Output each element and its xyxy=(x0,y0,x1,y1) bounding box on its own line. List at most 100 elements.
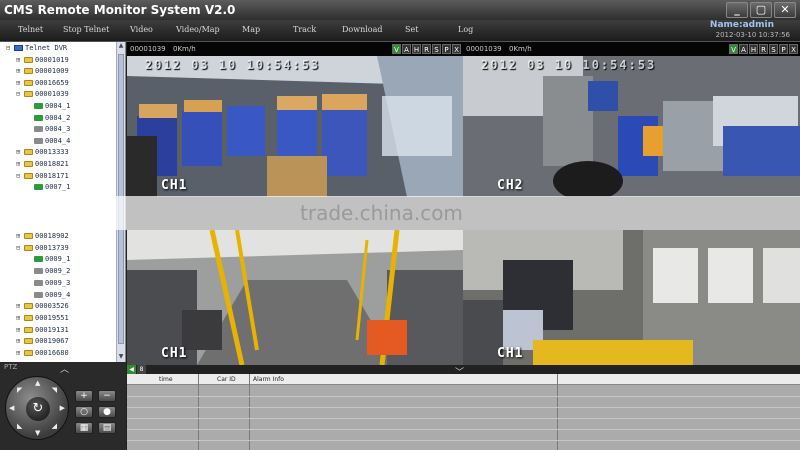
arrow-up-left-icon[interactable]: ◤ xyxy=(17,386,22,394)
iris-open-button[interactable]: ● xyxy=(98,406,116,418)
tree-item[interactable]: ⊞ 00016680 xyxy=(16,349,69,361)
tree-item[interactable]: 0009_2 xyxy=(26,267,70,279)
menu-video[interactable]: Video xyxy=(130,25,153,34)
maximize-button[interactable]: ▢ xyxy=(750,2,772,18)
alarm-tab-count[interactable]: 8 xyxy=(137,365,146,374)
arrow-down-left-icon[interactable]: ◣ xyxy=(17,422,22,430)
menu-stop-telnet[interactable]: Stop Telnet xyxy=(63,25,109,34)
dvr-root-icon xyxy=(14,45,23,51)
scroll-up-icon[interactable]: ▲ xyxy=(117,42,125,51)
col-time[interactable]: time xyxy=(159,376,173,383)
collapse-icon[interactable]: ⊟ xyxy=(6,44,14,52)
tree-item[interactable]: 0004_4 xyxy=(26,137,70,149)
video-btn-v[interactable]: V xyxy=(392,44,401,54)
arrow-up-icon[interactable]: ▲ xyxy=(35,379,40,387)
video-panel-1[interactable]: 00001039 0Km/h VAHRSPX 2012 03 10 10:54:… xyxy=(127,42,463,197)
grid-view-icon[interactable]: ▦ xyxy=(75,422,93,434)
video-btn-s[interactable]: S xyxy=(432,44,441,54)
tree-item[interactable]: ⊞ 00013333 xyxy=(16,148,69,160)
chevron-up-icon[interactable]: ︿ xyxy=(60,362,69,375)
expand-icon[interactable]: ⊞ xyxy=(16,349,24,357)
video-btn-v[interactable]: V xyxy=(729,44,738,54)
video-btn-h[interactable]: H xyxy=(412,44,421,54)
tree-item[interactable]: 0004_3 xyxy=(26,125,70,137)
expand-icon[interactable]: ⊞ xyxy=(16,302,24,310)
iris-close-button[interactable]: ○ xyxy=(75,406,93,418)
tree-item[interactable]: ⊞ 00018821 xyxy=(16,160,69,172)
expand-icon[interactable]: ⊞ xyxy=(16,314,24,322)
tree-item-label: 0004_2 xyxy=(45,113,71,122)
zoom-out-button[interactable]: − xyxy=(98,390,116,402)
zoom-in-button[interactable]: + xyxy=(75,390,93,402)
tree-item[interactable]: 0004_1 xyxy=(26,102,70,114)
close-button[interactable]: ✕ xyxy=(774,2,796,18)
video-panel-4[interactable]: CH1 xyxy=(463,230,800,365)
tree-item[interactable]: ⊟ Telnet DVR xyxy=(6,44,67,56)
tree-item[interactable]: 0009_4 xyxy=(26,291,70,303)
back-icon[interactable]: ◀ xyxy=(127,365,136,374)
tree-item-label: 0004_1 xyxy=(45,102,71,110)
video-btn-p[interactable]: P xyxy=(442,44,451,54)
collapse-icon[interactable]: ⊟ xyxy=(16,172,24,180)
video-btn-r[interactable]: R xyxy=(759,44,768,54)
arrow-down-right-icon[interactable]: ◢ xyxy=(52,422,57,430)
arrow-left-icon[interactable]: ◀ xyxy=(9,404,14,412)
tree-item[interactable]: ⊞ 00001009 xyxy=(16,67,69,79)
expand-icon[interactable]: ⊞ xyxy=(16,148,24,156)
expand-icon[interactable]: ⊞ xyxy=(16,79,24,87)
col-alarm-info[interactable]: Alarm Info xyxy=(253,376,284,383)
ptz-joystick[interactable]: ▲ ▼ ◀ ▶ ◤ ◥ ◣ ◢ ↻ xyxy=(5,376,69,440)
tree-item[interactable]: ⊞ 00018902 xyxy=(16,232,69,244)
rotate-icon[interactable]: ↻ xyxy=(26,397,50,421)
tree-item[interactable]: ⊞ 00001019 xyxy=(16,56,69,68)
arrow-up-right-icon[interactable]: ◥ xyxy=(52,386,57,394)
expand-icon[interactable]: ⊞ xyxy=(16,67,24,75)
arrow-down-icon[interactable]: ▼ xyxy=(35,429,40,437)
expand-icon[interactable]: ⊞ xyxy=(16,326,24,334)
menu-log[interactable]: Log xyxy=(458,25,473,34)
menu-set[interactable]: Set xyxy=(405,25,418,34)
expand-icon[interactable]: ⊞ xyxy=(16,232,24,240)
tree-item[interactable]: ⊞ 00003526 xyxy=(16,302,69,314)
expand-icon[interactable]: ⊞ xyxy=(16,160,24,168)
collapse-icon[interactable]: ⊟ xyxy=(16,244,24,252)
video-channel-label: CH1 xyxy=(161,346,188,361)
menu-telnet[interactable]: Telnet xyxy=(18,25,43,34)
menu-download[interactable]: Download xyxy=(342,25,383,34)
tree-item[interactable]: 0007_1 xyxy=(26,183,70,195)
video-btn-x[interactable]: X xyxy=(789,44,798,54)
video-panel-2[interactable]: 00001039 0Km/h VAHRSPX 2012 03 10 10:54:… xyxy=(463,42,800,197)
tree-item[interactable]: 0004_2 xyxy=(26,114,70,126)
tree-item[interactable]: ⊞ 00019551 xyxy=(16,314,69,326)
video-panel-3[interactable]: CH1 xyxy=(127,230,463,365)
video-btn-a[interactable]: A xyxy=(402,44,411,54)
video-btn-s[interactable]: S xyxy=(769,44,778,54)
menu-track[interactable]: Track xyxy=(293,25,316,34)
expand-icon[interactable]: ⊞ xyxy=(16,56,24,64)
expand-icon[interactable]: ⊞ xyxy=(16,337,24,345)
video-btn-r[interactable]: R xyxy=(422,44,431,54)
bus-front-door-image xyxy=(463,230,800,365)
arrow-right-icon[interactable]: ▶ xyxy=(60,404,65,412)
tree-item[interactable]: ⊟ 00018171 xyxy=(16,172,69,184)
col-car-id[interactable]: Car ID xyxy=(217,376,236,383)
layout-view-icon[interactable]: ▤ xyxy=(98,422,116,434)
tree-item[interactable]: ⊞ 00016659 xyxy=(16,79,69,91)
tree-item[interactable]: ⊞ 00019067 xyxy=(16,337,69,349)
video-btn-x[interactable]: X xyxy=(452,44,461,54)
tree-item-label: 00018171 xyxy=(35,171,69,180)
minimize-button[interactable]: _ xyxy=(726,2,748,18)
video-btn-h[interactable]: H xyxy=(749,44,758,54)
tree-item[interactable]: ⊞ 00019131 xyxy=(16,326,69,338)
tree-item[interactable]: 0009_1 xyxy=(26,255,70,267)
collapse-icon[interactable]: ⊟ xyxy=(16,90,24,98)
video-btn-p[interactable]: P xyxy=(779,44,788,54)
menu-map[interactable]: Map xyxy=(242,25,260,34)
tree-item[interactable]: ⊟ 00001039 xyxy=(16,90,69,102)
menu-video-map[interactable]: Video/Map xyxy=(176,25,220,34)
tree-item[interactable]: ⊟ 00013739 xyxy=(16,244,69,256)
scroll-down-icon[interactable]: ▼ xyxy=(117,353,125,362)
video-btn-a[interactable]: A xyxy=(739,44,748,54)
window-title: CMS Remote Monitor System V2.0 xyxy=(4,3,236,17)
tree-item[interactable]: 0009_3 xyxy=(26,279,70,291)
